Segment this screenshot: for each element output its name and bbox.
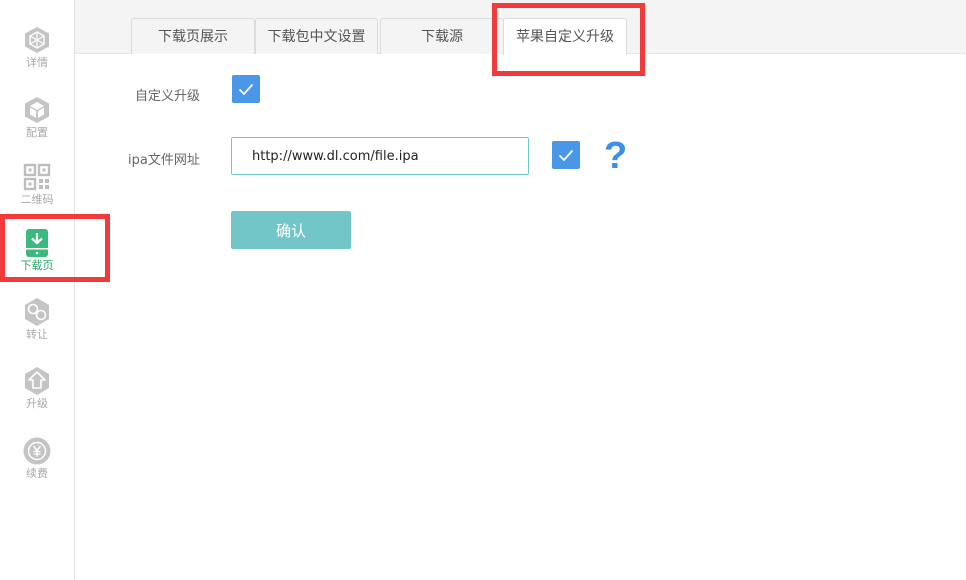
sidebar-item-label: 配置 [26, 126, 48, 139]
tab-chinese-settings[interactable]: 下载包中文设置 [255, 18, 378, 54]
sidebar-item-label: 转让 [26, 328, 48, 341]
checkmark-icon [238, 83, 254, 96]
checkmark-icon [558, 149, 574, 162]
sidebar: 详情 配置 二维码 下载页 转让 升级 续费 [0, 0, 75, 580]
transfer-hexagon-icon [22, 297, 52, 327]
sidebar-item-qrcode[interactable]: 二维码 [0, 162, 74, 222]
custom-upgrade-checkbox[interactable] [232, 75, 260, 103]
qr-code-icon [22, 162, 52, 192]
tab-download-page-display[interactable]: 下载页展示 [131, 18, 255, 54]
upgrade-arrow-icon [22, 366, 52, 396]
custom-upgrade-label: 自定义升级 [135, 89, 201, 104]
confirm-button[interactable]: 确认 [231, 211, 351, 249]
sidebar-item-transfer[interactable]: 转让 [0, 297, 74, 357]
ipa-url-input[interactable] [231, 137, 529, 175]
sidebar-item-details[interactable]: 详情 [0, 25, 74, 85]
cube-outline-icon [22, 25, 52, 55]
sidebar-item-label: 二维码 [20, 193, 54, 206]
ipa-url-label: ipa文件网址 [128, 153, 200, 168]
renew-yen-icon [22, 436, 52, 466]
cube-solid-icon [22, 95, 52, 125]
ipa-url-checkbox[interactable] [552, 141, 580, 169]
highlight-box-tab [492, 3, 645, 76]
sidebar-item-label: 详情 [26, 56, 48, 69]
help-question-icon[interactable]: ? [604, 134, 627, 178]
highlight-box-sidebar [0, 214, 110, 282]
sidebar-item-renew[interactable]: 续费 [0, 436, 74, 496]
tab-download-source[interactable]: 下载源 [380, 18, 504, 54]
sidebar-item-label: 续费 [26, 467, 48, 480]
sidebar-item-label: 升级 [26, 397, 48, 410]
sidebar-item-upgrade[interactable]: 升级 [0, 366, 74, 426]
sidebar-item-config[interactable]: 配置 [0, 95, 74, 155]
